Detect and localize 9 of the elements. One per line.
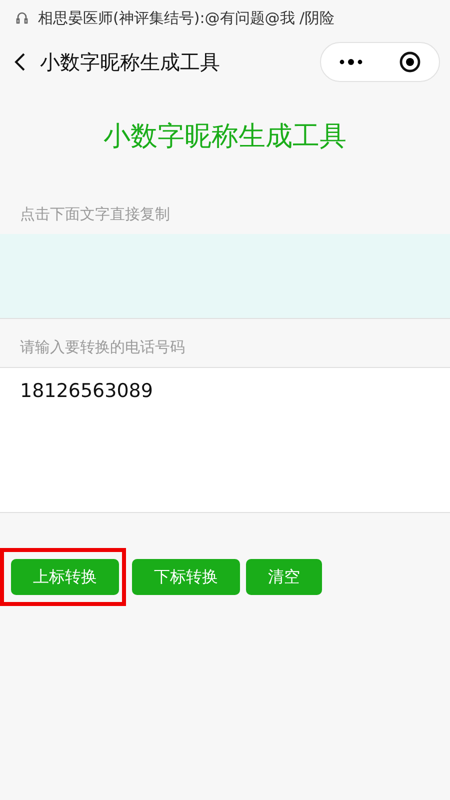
tool-heading: 小数字昵称生成工具: [102, 120, 348, 154]
result-label: 点击下面文字直接复制: [19, 204, 171, 224]
page-title: 小数字昵称生成工具: [40, 48, 221, 76]
phone-input[interactable]: 18126563089: [0, 367, 450, 513]
convert-button[interactable]: 下标转换: [132, 559, 240, 595]
input-label: 请输入要转换的电话号码: [19, 336, 186, 358]
convert-button[interactable]: 上标转换: [11, 559, 119, 595]
status-text: 相思晏医师(神评集结号):@有问题@我 /阴险: [38, 8, 335, 28]
convert-button[interactable]: 清空: [246, 559, 322, 595]
